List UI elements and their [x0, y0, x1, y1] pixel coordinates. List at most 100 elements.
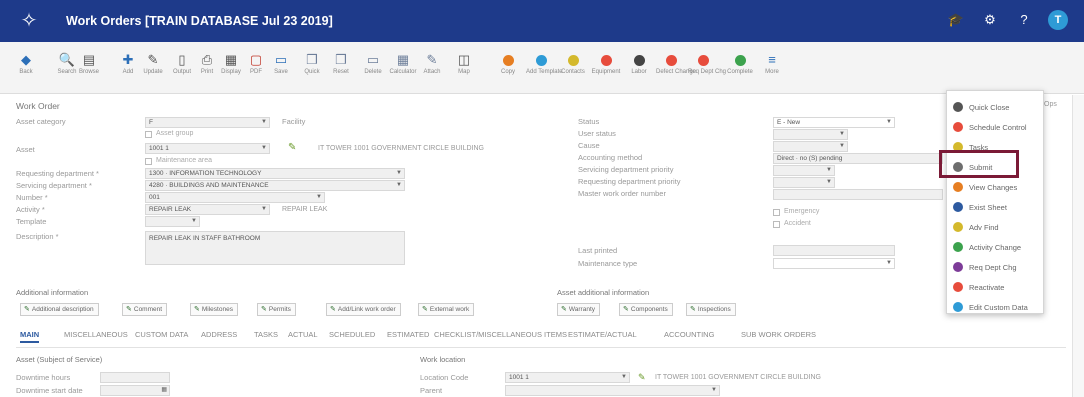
cause-select[interactable]: ▼	[773, 141, 848, 152]
menu-item-label: Adv Find	[969, 222, 999, 232]
accounting-method-select[interactable]: Direct · no (S) pending	[773, 153, 943, 164]
update-button[interactable]: ✎ Update	[138, 52, 168, 76]
graduation-cap-icon[interactable]: 🎓	[946, 10, 966, 30]
menu-item-adv-find[interactable]: Adv Find	[953, 218, 999, 236]
calendar-icon[interactable]: ▦	[161, 386, 167, 395]
description-textarea[interactable]: REPAIR LEAK IN STAFF BATHROOM	[145, 231, 405, 265]
activity-select[interactable]: REPAIR LEAK ▼	[145, 204, 270, 215]
sections-additional_buttons-3[interactable]: ✎ Permits	[257, 303, 296, 316]
asset-lookup-icon[interactable]: ✎	[288, 142, 296, 153]
number-select[interactable]: 001 ▼	[145, 192, 325, 203]
sections-asset_buttons-2[interactable]: ✎ Inspections	[686, 303, 736, 316]
parent-select[interactable]: ▼	[505, 385, 720, 396]
more-button[interactable]: ≡ More	[757, 52, 787, 76]
back-button[interactable]: ◆ Back	[11, 52, 41, 76]
tab-accounting[interactable]: ACCOUNTING	[664, 330, 714, 339]
tab-address[interactable]: ADDRESS	[201, 330, 237, 339]
defect-change-icon	[656, 52, 686, 68]
req-dept-chg-label: Req Dept Chg	[688, 69, 727, 75]
accident-checkbox[interactable]	[773, 221, 780, 228]
sections-asset_buttons-1[interactable]: ✎ Components	[619, 303, 673, 316]
sections-additional_buttons-5[interactable]: ✎ External work	[418, 303, 475, 316]
maintenance-type-select[interactable]: ▼	[773, 258, 895, 269]
gear-icon[interactable]: ⚙	[980, 10, 1000, 30]
menu-item-edit-custom-data[interactable]: Edit Custom Data	[953, 298, 1028, 316]
contacts-label: Contacts	[561, 69, 585, 75]
defect-change-button[interactable]: Defect Change	[656, 52, 696, 76]
menu-item-quick-close[interactable]: Quick Close	[953, 98, 1009, 116]
sections-additional_buttons-2[interactable]: ✎ Milestones	[190, 303, 238, 316]
last-printed-label: Last printed	[578, 246, 618, 255]
requesting-department-label: Requesting department *	[16, 169, 99, 178]
tab-main[interactable]: MAIN	[20, 330, 40, 343]
user-avatar-icon[interactable]: T	[1048, 10, 1068, 30]
menu-item-activity-change[interactable]: Activity Change	[953, 238, 1021, 256]
menu-item-reactivate[interactable]: Reactivate	[953, 278, 1004, 296]
sections-additional_buttons-1[interactable]: ✎ Comment	[122, 303, 168, 316]
save-button[interactable]: ▭ Save	[266, 52, 296, 76]
menu-item-view-changes[interactable]: View Changes	[953, 178, 1017, 196]
menu-item-label: Edit Custom Data	[969, 302, 1028, 312]
user-status-select[interactable]: ▼	[773, 129, 848, 140]
activity-description: REPAIR LEAK	[282, 206, 328, 213]
tab-custom-data[interactable]: CUSTOM DATA	[135, 330, 188, 339]
asset-group-checkbox[interactable]	[145, 131, 152, 138]
contacts-button[interactable]: Contacts	[558, 52, 588, 76]
pencil-icon: ✎	[194, 306, 200, 313]
help-icon[interactable]: ?	[1014, 10, 1034, 30]
downtime-start-date-input[interactable]: ▦	[100, 385, 170, 396]
labor-button[interactable]: Labor	[624, 52, 654, 76]
tab-estimated[interactable]: ESTIMATED	[387, 330, 429, 339]
header-icons: 🎓 ⚙? T	[946, 10, 1068, 30]
req-dept-chg-button[interactable]: Req Dept Chg	[688, 52, 727, 76]
menu-item-req-dept-chg[interactable]: Req Dept Chg	[953, 258, 1017, 276]
scrollbar[interactable]	[1072, 95, 1084, 397]
asset-select[interactable]: 1001 1 ▼	[145, 143, 270, 154]
delete-button[interactable]: ▭ Delete	[358, 52, 388, 76]
requesting-department-select[interactable]: 1300 · INFORMATION TECHNOLOGY ▼	[145, 168, 405, 179]
asset-category-select[interactable]: F ▼	[145, 117, 270, 128]
complete-button[interactable]: Complete	[725, 52, 755, 76]
master-work-order-input[interactable]	[773, 189, 943, 200]
last-printed-input[interactable]	[773, 245, 895, 256]
labor-icon	[624, 52, 654, 68]
requesting-priority-select[interactable]: ▼	[773, 177, 835, 188]
tab-sub-work-orders[interactable]: SUB WORK ORDERS	[741, 330, 816, 339]
reset-button[interactable]: ❒ Reset	[326, 52, 356, 76]
equipment-button[interactable]: Equipment	[591, 52, 621, 76]
browse-button[interactable]: ▤ Browse	[74, 52, 104, 76]
copy-icon	[493, 52, 523, 68]
tab-checklist-miscellaneous-items[interactable]: CHECKLIST/MISCELLANEOUS ITEMS	[434, 330, 567, 339]
quick-button[interactable]: ❒ Quick	[297, 52, 327, 76]
map-button[interactable]: ◫ Map	[449, 52, 479, 76]
location-description: IT TOWER 1001 GOVERNMENT CIRCLE BUILDING	[655, 374, 821, 381]
add-template-icon	[526, 52, 556, 68]
location-lookup-icon[interactable]: ✎	[638, 372, 646, 383]
tab-scheduled[interactable]: SCHEDULED	[329, 330, 375, 339]
calculator-button[interactable]: ▦ Calculator	[388, 52, 418, 76]
emergency-checkbox[interactable]	[773, 209, 780, 216]
browse-label: Browse	[78, 69, 99, 75]
tab-tasks[interactable]: TASKS	[254, 330, 278, 339]
maintenance-area-checkbox[interactable]	[145, 158, 152, 165]
menu-item-schedule-control[interactable]: Schedule Control	[953, 118, 1027, 136]
menu-item-exist-sheet[interactable]: Exist Sheet	[953, 198, 1007, 216]
tab-actual[interactable]: ACTUAL	[288, 330, 318, 339]
template-select[interactable]: ▼	[145, 216, 200, 227]
status-select[interactable]: E - New ▼	[773, 117, 895, 128]
sections-additional_buttons-0[interactable]: ✎ Additional description	[20, 303, 99, 316]
tab-estimate-actual[interactable]: ESTIMATE/ACTUAL	[568, 330, 637, 339]
tab-miscellaneous[interactable]: MISCELLANEOUS	[64, 330, 128, 339]
equipment-dot-icon	[600, 55, 612, 66]
servicing-priority-select[interactable]: ▼	[773, 165, 835, 176]
servicing-department-select[interactable]: 4280 · BUILDINGS AND MAINTENANCE ▼	[145, 180, 405, 191]
add-template-button[interactable]: Add Template	[526, 52, 563, 76]
downtime-hours-input[interactable]	[100, 372, 170, 383]
asset-subject-title: Asset (Subject of Service)	[16, 355, 103, 364]
sections-additional_buttons-4[interactable]: ✎ Add/Link work order	[326, 303, 401, 316]
location-code-select[interactable]: 1001 1 ▼	[505, 372, 630, 383]
sections-asset_buttons-0[interactable]: ✎ Warranty	[557, 303, 600, 316]
copy-button[interactable]: Copy	[493, 52, 523, 76]
maintenance-area-label: Maintenance area	[156, 157, 213, 164]
attach-button[interactable]: ✎ Attach	[417, 52, 447, 76]
